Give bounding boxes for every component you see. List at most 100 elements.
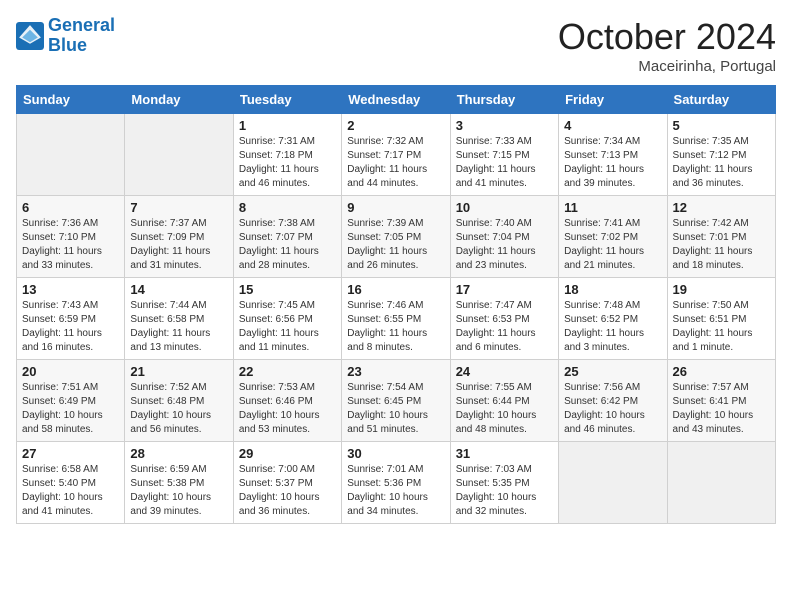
day-number: 3 <box>456 118 553 133</box>
day-info: Sunrise: 7:43 AM Sunset: 6:59 PM Dayligh… <box>22 299 119 355</box>
day-info: Sunrise: 7:36 AM Sunset: 7:10 PM Dayligh… <box>22 217 119 273</box>
day-info: Sunrise: 7:55 AM Sunset: 6:44 PM Dayligh… <box>456 381 553 437</box>
calendar-cell: 10 Sunrise: 7:40 AM Sunset: 7:04 PM Dayli… <box>450 196 558 278</box>
day-number: 31 <box>456 446 553 461</box>
day-number: 30 <box>347 446 444 461</box>
calendar-week-row: 6 Sunrise: 7:36 AM Sunset: 7:10 PM Daylig… <box>17 196 776 278</box>
weekday-header-row: SundayMondayTuesdayWednesdayThursdayFrid… <box>17 86 776 114</box>
day-number: 14 <box>130 282 227 297</box>
day-info: Sunrise: 7:35 AM Sunset: 7:12 PM Dayligh… <box>673 135 770 191</box>
day-info: Sunrise: 7:32 AM Sunset: 7:17 PM Dayligh… <box>347 135 444 191</box>
month-title: October 2024 <box>558 16 776 58</box>
logo-text: General Blue <box>48 16 115 56</box>
day-number: 5 <box>673 118 770 133</box>
calendar-cell: 25 Sunrise: 7:56 AM Sunset: 6:42 PM Dayli… <box>559 360 667 442</box>
calendar-cell: 20Sunrise: 7:51 AM Sunset: 6:49 PM Dayli… <box>17 360 125 442</box>
calendar-cell: 27 Sunrise: 6:58 AM Sunset: 5:40 PM Dayli… <box>17 442 125 524</box>
day-info: Sunrise: 7:50 AM Sunset: 6:51 PM Dayligh… <box>673 299 770 355</box>
day-number: 1 <box>239 118 336 133</box>
day-info: Sunrise: 7:46 AM Sunset: 6:55 PM Dayligh… <box>347 299 444 355</box>
weekday-header-cell: Friday <box>559 86 667 114</box>
calendar-cell: 2Sunrise: 7:32 AM Sunset: 7:17 PM Daylig… <box>342 114 450 196</box>
calendar-cell: 6 Sunrise: 7:36 AM Sunset: 7:10 PM Daylig… <box>17 196 125 278</box>
day-info: Sunrise: 7:47 AM Sunset: 6:53 PM Dayligh… <box>456 299 553 355</box>
calendar-cell: 3 Sunrise: 7:33 AM Sunset: 7:15 PM Daylig… <box>450 114 558 196</box>
day-number: 21 <box>130 364 227 379</box>
calendar-cell: 15Sunrise: 7:45 AM Sunset: 6:56 PM Dayli… <box>233 278 341 360</box>
calendar-cell <box>125 114 233 196</box>
day-number: 9 <box>347 200 444 215</box>
day-info: Sunrise: 7:38 AM Sunset: 7:07 PM Dayligh… <box>239 217 336 273</box>
day-info: Sunrise: 7:34 AM Sunset: 7:13 PM Dayligh… <box>564 135 661 191</box>
day-info: Sunrise: 7:53 AM Sunset: 6:46 PM Dayligh… <box>239 381 336 437</box>
calendar-cell <box>17 114 125 196</box>
calendar-cell: 26 Sunrise: 7:57 AM Sunset: 6:41 PM Dayli… <box>667 360 775 442</box>
title-block: October 2024 Maceirinha, Portugal <box>558 16 776 75</box>
calendar-cell: 5 Sunrise: 7:35 AM Sunset: 7:12 PM Daylig… <box>667 114 775 196</box>
day-number: 11 <box>564 200 661 215</box>
calendar-cell: 14 Sunrise: 7:44 AM Sunset: 6:58 PM Dayli… <box>125 278 233 360</box>
calendar-cell <box>559 442 667 524</box>
day-number: 24 <box>456 364 553 379</box>
day-number: 27 <box>22 446 119 461</box>
day-number: 13 <box>22 282 119 297</box>
calendar-table: SundayMondayTuesdayWednesdayThursdayFrid… <box>16 85 776 524</box>
day-info: Sunrise: 7:40 AM Sunset: 7:04 PM Dayligh… <box>456 217 553 273</box>
day-info: Sunrise: 7:31 AM Sunset: 7:18 PM Dayligh… <box>239 135 336 191</box>
day-info: Sunrise: 7:45 AM Sunset: 6:56 PM Dayligh… <box>239 299 336 355</box>
day-number: 28 <box>130 446 227 461</box>
day-info: Sunrise: 7:56 AM Sunset: 6:42 PM Dayligh… <box>564 381 661 437</box>
day-info: Sunrise: 7:57 AM Sunset: 6:41 PM Dayligh… <box>673 381 770 437</box>
calendar-cell: 16 Sunrise: 7:46 AM Sunset: 6:55 PM Dayli… <box>342 278 450 360</box>
day-info: Sunrise: 7:54 AM Sunset: 6:45 PM Dayligh… <box>347 381 444 437</box>
calendar-cell: 4 Sunrise: 7:34 AM Sunset: 7:13 PM Daylig… <box>559 114 667 196</box>
day-number: 10 <box>456 200 553 215</box>
day-info: Sunrise: 6:58 AM Sunset: 5:40 PM Dayligh… <box>22 463 119 519</box>
weekday-header-cell: Thursday <box>450 86 558 114</box>
location: Maceirinha, Portugal <box>558 58 776 75</box>
calendar-cell: 19 Sunrise: 7:50 AM Sunset: 6:51 PM Dayli… <box>667 278 775 360</box>
weekday-header-cell: Tuesday <box>233 86 341 114</box>
day-number: 18 <box>564 282 661 297</box>
page-header: General Blue October 2024 Maceirinha, Po… <box>16 16 776 75</box>
calendar-cell: 31Sunrise: 7:03 AM Sunset: 5:35 PM Dayli… <box>450 442 558 524</box>
day-info: Sunrise: 6:59 AM Sunset: 5:38 PM Dayligh… <box>130 463 227 519</box>
day-info: Sunrise: 7:44 AM Sunset: 6:58 PM Dayligh… <box>130 299 227 355</box>
logo-icon <box>16 22 44 50</box>
day-info: Sunrise: 7:51 AM Sunset: 6:49 PM Dayligh… <box>22 381 119 437</box>
day-number: 4 <box>564 118 661 133</box>
weekday-header-cell: Sunday <box>17 86 125 114</box>
weekday-header-cell: Saturday <box>667 86 775 114</box>
day-number: 29 <box>239 446 336 461</box>
calendar-cell: 28 Sunrise: 6:59 AM Sunset: 5:38 PM Dayli… <box>125 442 233 524</box>
day-info: Sunrise: 7:39 AM Sunset: 7:05 PM Dayligh… <box>347 217 444 273</box>
day-number: 22 <box>239 364 336 379</box>
day-info: Sunrise: 7:00 AM Sunset: 5:37 PM Dayligh… <box>239 463 336 519</box>
calendar-cell: 29 Sunrise: 7:00 AM Sunset: 5:37 PM Dayli… <box>233 442 341 524</box>
calendar-cell: 22 Sunrise: 7:53 AM Sunset: 6:46 PM Dayli… <box>233 360 341 442</box>
day-number: 6 <box>22 200 119 215</box>
calendar-cell <box>667 442 775 524</box>
day-info: Sunrise: 7:41 AM Sunset: 7:02 PM Dayligh… <box>564 217 661 273</box>
calendar-week-row: 20Sunrise: 7:51 AM Sunset: 6:49 PM Dayli… <box>17 360 776 442</box>
day-number: 17 <box>456 282 553 297</box>
day-info: Sunrise: 7:33 AM Sunset: 7:15 PM Dayligh… <box>456 135 553 191</box>
calendar-cell: 8Sunrise: 7:38 AM Sunset: 7:07 PM Daylig… <box>233 196 341 278</box>
day-info: Sunrise: 7:52 AM Sunset: 6:48 PM Dayligh… <box>130 381 227 437</box>
day-number: 16 <box>347 282 444 297</box>
calendar-cell: 30 Sunrise: 7:01 AM Sunset: 5:36 PM Dayli… <box>342 442 450 524</box>
calendar-body: 1 Sunrise: 7:31 AM Sunset: 7:18 PM Daylig… <box>17 114 776 524</box>
day-number: 23 <box>347 364 444 379</box>
day-info: Sunrise: 7:37 AM Sunset: 7:09 PM Dayligh… <box>130 217 227 273</box>
day-number: 7 <box>130 200 227 215</box>
day-info: Sunrise: 7:42 AM Sunset: 7:01 PM Dayligh… <box>673 217 770 273</box>
calendar-cell: 18Sunrise: 7:48 AM Sunset: 6:52 PM Dayli… <box>559 278 667 360</box>
calendar-cell: 17 Sunrise: 7:47 AM Sunset: 6:53 PM Dayli… <box>450 278 558 360</box>
day-number: 25 <box>564 364 661 379</box>
day-info: Sunrise: 7:01 AM Sunset: 5:36 PM Dayligh… <box>347 463 444 519</box>
day-number: 19 <box>673 282 770 297</box>
day-number: 12 <box>673 200 770 215</box>
calendar-cell: 21 Sunrise: 7:52 AM Sunset: 6:48 PM Dayli… <box>125 360 233 442</box>
calendar-cell: 12 Sunrise: 7:42 AM Sunset: 7:01 PM Dayli… <box>667 196 775 278</box>
day-number: 26 <box>673 364 770 379</box>
